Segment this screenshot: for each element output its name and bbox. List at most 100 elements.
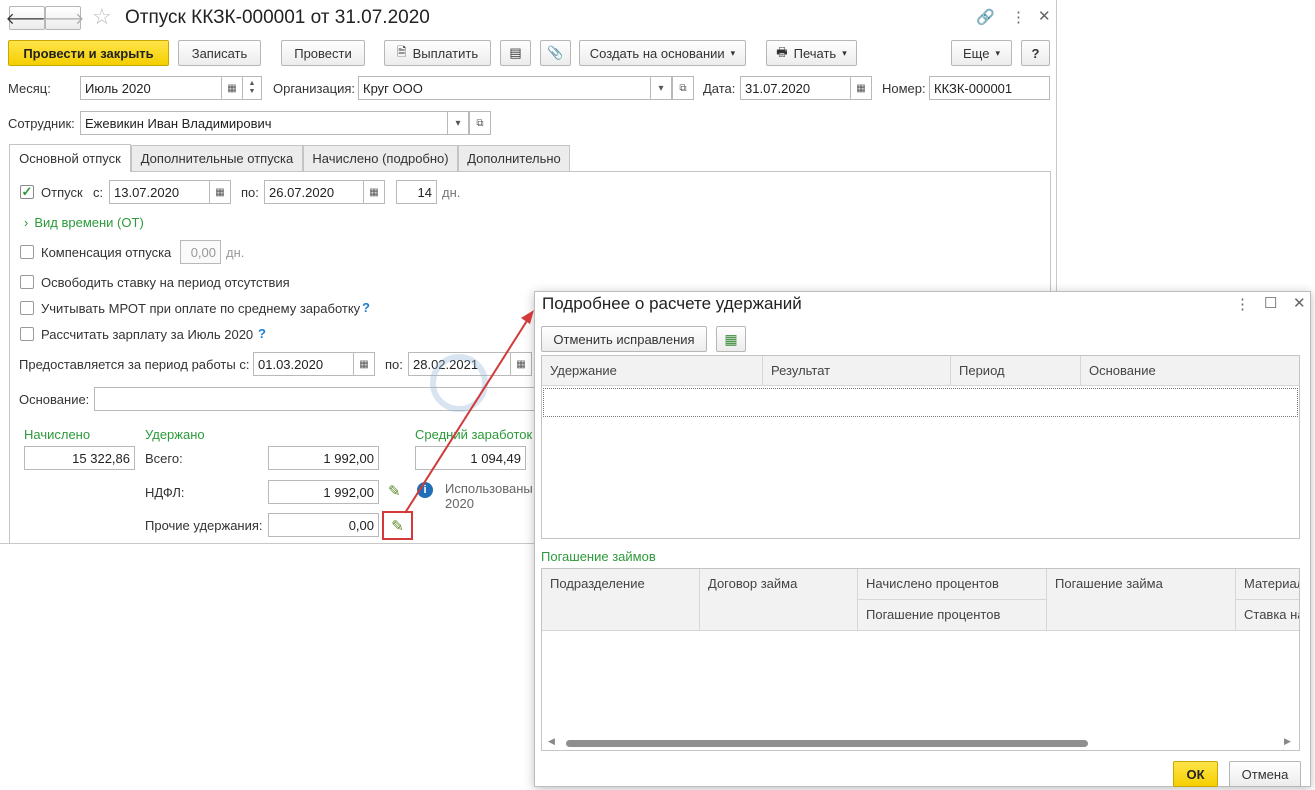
mrot-label: Учитывать МРОТ при оплате по среднему за…	[41, 301, 361, 316]
employee-label: Сотрудник:	[8, 116, 75, 131]
print-label: Печать	[793, 45, 837, 61]
checkmark-icon: ✓	[21, 184, 33, 199]
col-header-material[interactable]: Материал	[1236, 569, 1299, 600]
edit-other-pencil-button[interactable]: ✎	[382, 511, 413, 540]
days-field[interactable]: 14	[396, 180, 437, 204]
print-button[interactable]: 🖶 Печать ▾	[766, 40, 857, 66]
mrot-help-link[interactable]: ?	[362, 300, 370, 315]
col-header-withholding[interactable]: Удержание	[542, 356, 763, 386]
info-icon[interactable]: i	[417, 482, 433, 498]
period-to-field[interactable]: 28.02.2021	[408, 352, 511, 376]
spin-down-icon: ▼	[248, 88, 256, 95]
cancel-corrections-button[interactable]: Отменить исправления	[541, 326, 707, 352]
table-settings-button[interactable]: ▦	[716, 326, 746, 352]
accrued-field[interactable]: 15 322,86	[24, 446, 135, 470]
ndfl-field[interactable]: 1 992,00	[268, 480, 379, 504]
col-header-period[interactable]: Период	[951, 356, 1081, 386]
vacation-to-field[interactable]: 26.07.2020	[264, 180, 364, 204]
back-button[interactable]: 🡐	[6, 6, 48, 30]
month-label: Месяц:	[8, 81, 51, 96]
mrot-checkbox[interactable]	[20, 301, 34, 315]
other-field[interactable]: 0,00	[268, 513, 379, 537]
col-header-interest-repayment[interactable]: Погашение процентов	[858, 600, 1047, 631]
calendar-icon: ▦	[359, 358, 369, 370]
spin-up-icon: ▲	[248, 80, 256, 87]
link-icon[interactable]: 🔗	[976, 8, 995, 26]
period-from-calendar-button[interactable]: ▦	[353, 352, 375, 376]
scroll-left-icon[interactable]: ◀	[548, 736, 555, 747]
tab-accrued-detailed[interactable]: Начислено (подробно)	[303, 145, 458, 171]
post-button[interactable]: Провести	[281, 40, 365, 66]
employee-dropdown-button[interactable]: ▾	[447, 111, 469, 135]
post-and-close-button[interactable]: Провести и закрыть	[8, 40, 169, 66]
to-calendar-button[interactable]: ▦	[363, 180, 385, 204]
compensation-checkbox[interactable]	[20, 245, 34, 259]
more-button[interactable]: Еще ▾	[951, 40, 1012, 66]
compensation-unit: дн.	[226, 245, 245, 260]
number-label: Номер:	[882, 81, 926, 96]
edit-ndfl-pencil-icon[interactable]: ✎	[388, 482, 401, 500]
pay-button[interactable]: 🗎 Выплатить	[384, 40, 491, 66]
compensation-days-field[interactable]: 0,00	[180, 240, 221, 264]
table-row-selected[interactable]	[543, 388, 1298, 417]
tab-additional-vacations[interactable]: Дополнительные отпуска	[131, 145, 303, 171]
time-type-link[interactable]: › Вид времени (ОТ)	[24, 215, 144, 230]
horizontal-scrollbar[interactable]: ◀ ▶	[542, 736, 1299, 750]
month-field[interactable]: Июль 2020	[80, 76, 222, 100]
other-label: Прочие удержания:	[145, 518, 263, 533]
vacation-checkbox[interactable]: ✓	[20, 185, 34, 199]
total-field[interactable]: 1 992,00	[268, 446, 379, 470]
forward-button[interactable]: 🡒	[42, 6, 84, 30]
org-dropdown-button[interactable]: ▾	[650, 76, 672, 100]
from-calendar-button[interactable]: ▦	[209, 180, 231, 204]
month-calendar-button[interactable]: ▦	[221, 76, 243, 100]
org-field[interactable]: Круг ООО	[358, 76, 651, 100]
col-header-rate[interactable]: Ставка на	[1236, 600, 1299, 631]
period-from-field[interactable]: 01.03.2020	[253, 352, 354, 376]
create-based-button[interactable]: Создать на основании ▾	[579, 40, 746, 66]
col-header-basis[interactable]: Основание	[1081, 356, 1299, 386]
release-rate-checkbox[interactable]	[20, 275, 34, 289]
date-field[interactable]: 31.07.2020	[740, 76, 851, 100]
scrollbar-thumb[interactable]	[566, 740, 1088, 747]
calc-salary-checkbox[interactable]	[20, 327, 34, 341]
star-icon[interactable]: ☆	[92, 4, 112, 30]
date-calendar-button[interactable]: ▦	[850, 76, 872, 100]
col-header-department[interactable]: Подразделение	[542, 569, 700, 631]
close-icon[interactable]: ✕	[1038, 7, 1051, 25]
maximize-icon[interactable]: ☐	[1264, 294, 1277, 312]
number-field[interactable]: ККЗК-000001	[929, 76, 1050, 100]
col-header-result[interactable]: Результат	[763, 356, 951, 386]
days-unit: дн.	[442, 185, 461, 200]
help-button[interactable]: ?	[1021, 40, 1050, 66]
employee-open-button[interactable]: ⧉	[469, 111, 491, 135]
vacation-from-field[interactable]: 13.07.2020	[109, 180, 210, 204]
col-header-loan-repayment[interactable]: Погашение займа	[1047, 569, 1236, 631]
date-label: Дата:	[703, 81, 736, 96]
tab-main-vacation[interactable]: Основной отпуск	[9, 144, 131, 172]
avg-earnings-field[interactable]: 1 094,49	[415, 446, 526, 470]
compensation-label: Компенсация отпуска	[41, 245, 172, 260]
dialog-title: Подробнее о расчете удержаний	[542, 294, 802, 313]
period-to-calendar-button[interactable]: ▦	[510, 352, 532, 376]
attach-button[interactable]: 📎	[540, 40, 571, 66]
more-vertical-icon[interactable]: ⋮	[1235, 295, 1250, 313]
employee-field[interactable]: Ежевикин Иван Владимирович	[80, 111, 448, 135]
org-open-button[interactable]: ⧉	[672, 76, 694, 100]
scroll-right-icon[interactable]: ▶	[1284, 736, 1291, 747]
used-text-line2: 2020	[445, 496, 474, 511]
col-header-interest-accrued[interactable]: Начислено процентов	[858, 569, 1047, 600]
table-add-icon: ▦	[724, 330, 738, 347]
close-icon[interactable]: ✕	[1293, 294, 1306, 312]
list-button[interactable]: ▤	[500, 40, 531, 66]
write-button[interactable]: Записать	[178, 40, 261, 66]
tab-additional[interactable]: Дополнительно	[458, 145, 570, 171]
more-vertical-icon[interactable]: ⋮	[1011, 8, 1026, 26]
month-spinner[interactable]: ▲ ▼	[242, 76, 262, 100]
calc-salary-help-link[interactable]: ?	[258, 326, 266, 341]
pay-label: Выплатить	[412, 45, 479, 61]
col-header-loan-agreement[interactable]: Договор займа	[700, 569, 858, 631]
withholding-details-dialog: Подробнее о расчете удержаний ⋮ ☐ ✕ Отме…	[534, 291, 1311, 787]
cancel-button[interactable]: Отмена	[1229, 761, 1301, 787]
ok-button[interactable]: ОК	[1173, 761, 1218, 787]
